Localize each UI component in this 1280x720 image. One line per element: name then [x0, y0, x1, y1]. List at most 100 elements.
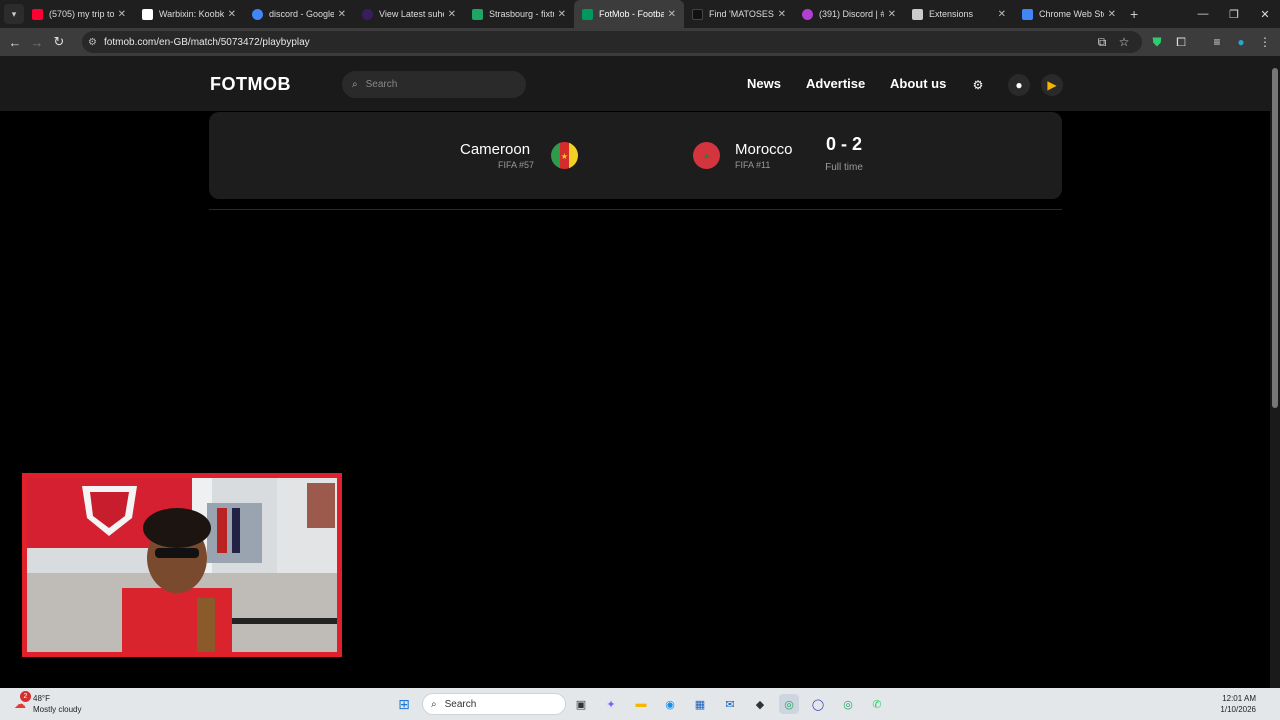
close-tab-icon[interactable]: ✕: [448, 9, 456, 20]
close-tab-icon[interactable]: ✕: [668, 9, 676, 20]
nav-advertise-link[interactable]: Advertise: [806, 76, 865, 91]
profile-avatar-icon[interactable]: ●: [1230, 31, 1252, 53]
media-control-icon[interactable]: ≡: [1206, 31, 1228, 53]
close-tab-icon[interactable]: ✕: [118, 9, 126, 20]
weather-badge: 2: [20, 691, 31, 702]
tab-search-button[interactable]: ▾: [4, 4, 24, 24]
close-tab-icon[interactable]: ✕: [888, 9, 896, 20]
app-icon[interactable]: ◆: [750, 694, 770, 714]
url-text: fotmob.com/en-GB/match/5073472/playbypla…: [104, 36, 310, 48]
bookmark-star-icon[interactable]: ☆: [1113, 31, 1135, 53]
browser-tab[interactable]: Find 'MATOSESID' ✕: [684, 0, 794, 28]
tab-title: Chrome Web Stor: [1039, 9, 1104, 19]
match-score: 0 - 2: [825, 134, 863, 154]
browser-tab[interactable]: Extensions ✕: [904, 0, 1014, 28]
reload-icon[interactable]: ↻: [48, 31, 70, 53]
taskbar-search-input[interactable]: ⌕ Search: [422, 693, 566, 715]
search-icon: ⌕: [431, 698, 437, 710]
apple-app-icon[interactable]: ●: [1008, 74, 1030, 96]
tab-title: (391) Discord | #: [819, 9, 884, 19]
tab-favicon: [582, 8, 593, 20]
close-tab-icon[interactable]: ✕: [998, 9, 1006, 20]
browser-tab[interactable]: (391) Discord | # ✕: [794, 0, 904, 28]
minimize-icon[interactable]: —: [1188, 0, 1218, 28]
page-scrollbar[interactable]: [1270, 56, 1280, 688]
weather-temp: 48°F: [33, 694, 50, 703]
close-tab-icon[interactable]: ✕: [1108, 9, 1116, 20]
restore-icon[interactable]: ❐: [1219, 0, 1249, 28]
settings-gear-icon[interactable]: ⚙: [967, 74, 989, 96]
file-explorer-icon[interactable]: ▬: [631, 694, 651, 714]
away-team-rank: FIFA #11: [735, 160, 771, 170]
match-status: Full time: [825, 162, 863, 173]
home-team-rank: FIFA #57: [498, 160, 535, 170]
svg-text:★: ★: [561, 152, 568, 161]
cameroon-flag-icon[interactable]: ★: [551, 142, 578, 169]
close-tab-icon[interactable]: ✕: [338, 9, 346, 20]
tab-favicon: [802, 8, 813, 20]
tab-favicon: [1022, 8, 1033, 20]
browser-tab[interactable]: discord - Google ✕: [244, 0, 354, 28]
clock-time: 12:01 AM: [1222, 694, 1256, 703]
back-icon[interactable]: ←: [4, 31, 26, 53]
shield-extension-icon[interactable]: ⛊: [1146, 31, 1168, 53]
copilot-icon[interactable]: ✦: [601, 694, 621, 714]
edge-browser-icon[interactable]: ◉: [660, 694, 680, 714]
close-tab-icon[interactable]: ✕: [228, 9, 236, 20]
task-view-icon[interactable]: ▣: [571, 694, 591, 714]
tab-title: Extensions: [929, 9, 974, 19]
webcam-overlay: [22, 473, 342, 657]
weather-widget[interactable]: 48°F Mostly cloudy: [33, 693, 81, 715]
scrollbar-thumb[interactable]: [1272, 68, 1278, 408]
windows-start-icon[interactable]: ⊞: [394, 694, 414, 714]
browser-tab-active[interactable]: FotMob - Footbal ✕: [574, 0, 684, 28]
home-team-name[interactable]: Cameroon: [460, 141, 530, 158]
outlook-icon[interactable]: ✉: [720, 694, 740, 714]
section-divider: [209, 209, 1062, 210]
tab-title: Warbixin: Koobka: [159, 9, 224, 19]
search-input[interactable]: ⌕ Search: [342, 71, 526, 98]
browser-tab[interactable]: Chrome Web Stor ✕: [1014, 0, 1124, 28]
menu-kebab-icon[interactable]: ⋮: [1254, 31, 1276, 53]
browser-tab[interactable]: (5705) my trip to ✕: [24, 0, 134, 28]
tab-title: Find 'MATOSESID': [709, 9, 774, 19]
weather-desc: Mostly cloudy: [33, 705, 82, 714]
app-circle-icon[interactable]: ◯: [808, 694, 828, 714]
close-tab-icon[interactable]: ✕: [558, 9, 566, 20]
browser-tab[interactable]: View Latest suhey ✕: [354, 0, 464, 28]
fotmob-logo[interactable]: FOTMOB: [210, 74, 291, 95]
close-window-icon[interactable]: ✕: [1250, 0, 1280, 28]
away-team-name[interactable]: Morocco: [735, 141, 793, 158]
match-header-card: Cameroon FIFA #57 ★ 0 - 2 Full time ★ Mo…: [209, 112, 1062, 199]
browser-tab[interactable]: Warbixin: Koobka ✕: [134, 0, 244, 28]
forward-icon[interactable]: →: [26, 31, 48, 53]
microsoft-store-icon[interactable]: ▦: [690, 694, 710, 714]
google-play-icon[interactable]: ▶: [1041, 74, 1063, 96]
clock-date: 1/10/2026: [1220, 705, 1256, 714]
close-tab-icon[interactable]: ✕: [778, 9, 786, 20]
chrome-profile-icon[interactable]: ◎: [838, 694, 858, 714]
new-tab-icon[interactable]: +: [1130, 6, 1138, 22]
tab-favicon: [692, 8, 703, 20]
morocco-flag-icon[interactable]: ★: [693, 142, 720, 169]
tab-title: FotMob - Footbal: [599, 9, 664, 19]
nav-about-link[interactable]: About us: [890, 76, 946, 91]
extensions-icon[interactable]: ⧠: [1170, 31, 1192, 53]
whatsapp-icon[interactable]: ✆: [867, 694, 887, 714]
address-bar[interactable]: ⚙ fotmob.com/en-GB/match/5073472/playbyp…: [82, 31, 1142, 53]
taskbar-clock[interactable]: 12:01 AM 1/10/2026: [1220, 693, 1256, 715]
install-app-icon[interactable]: ⧉: [1091, 31, 1113, 53]
search-icon: ⌕: [352, 79, 358, 90]
browser-tab-bar: ▾ (5705) my trip to ✕ Warbixin: Koobka ✕ d…: [0, 0, 1280, 28]
tab-favicon: [472, 8, 483, 20]
browser-toolbar: ← → ↻ ⚙ fotmob.com/en-GB/match/5073472/p…: [0, 28, 1280, 56]
nav-news-link[interactable]: News: [747, 76, 781, 91]
tab-favicon: [32, 8, 43, 20]
chrome-icon[interactable]: ◎: [779, 694, 799, 714]
taskbar-search-label: Search: [444, 698, 477, 710]
tab-favicon: [362, 8, 373, 20]
site-info-icon[interactable]: ⚙: [88, 37, 97, 48]
webcam-feed-image: [27, 478, 337, 652]
browser-tab[interactable]: Strasbourg - fixtu ✕: [464, 0, 574, 28]
tab-favicon: [252, 8, 263, 20]
